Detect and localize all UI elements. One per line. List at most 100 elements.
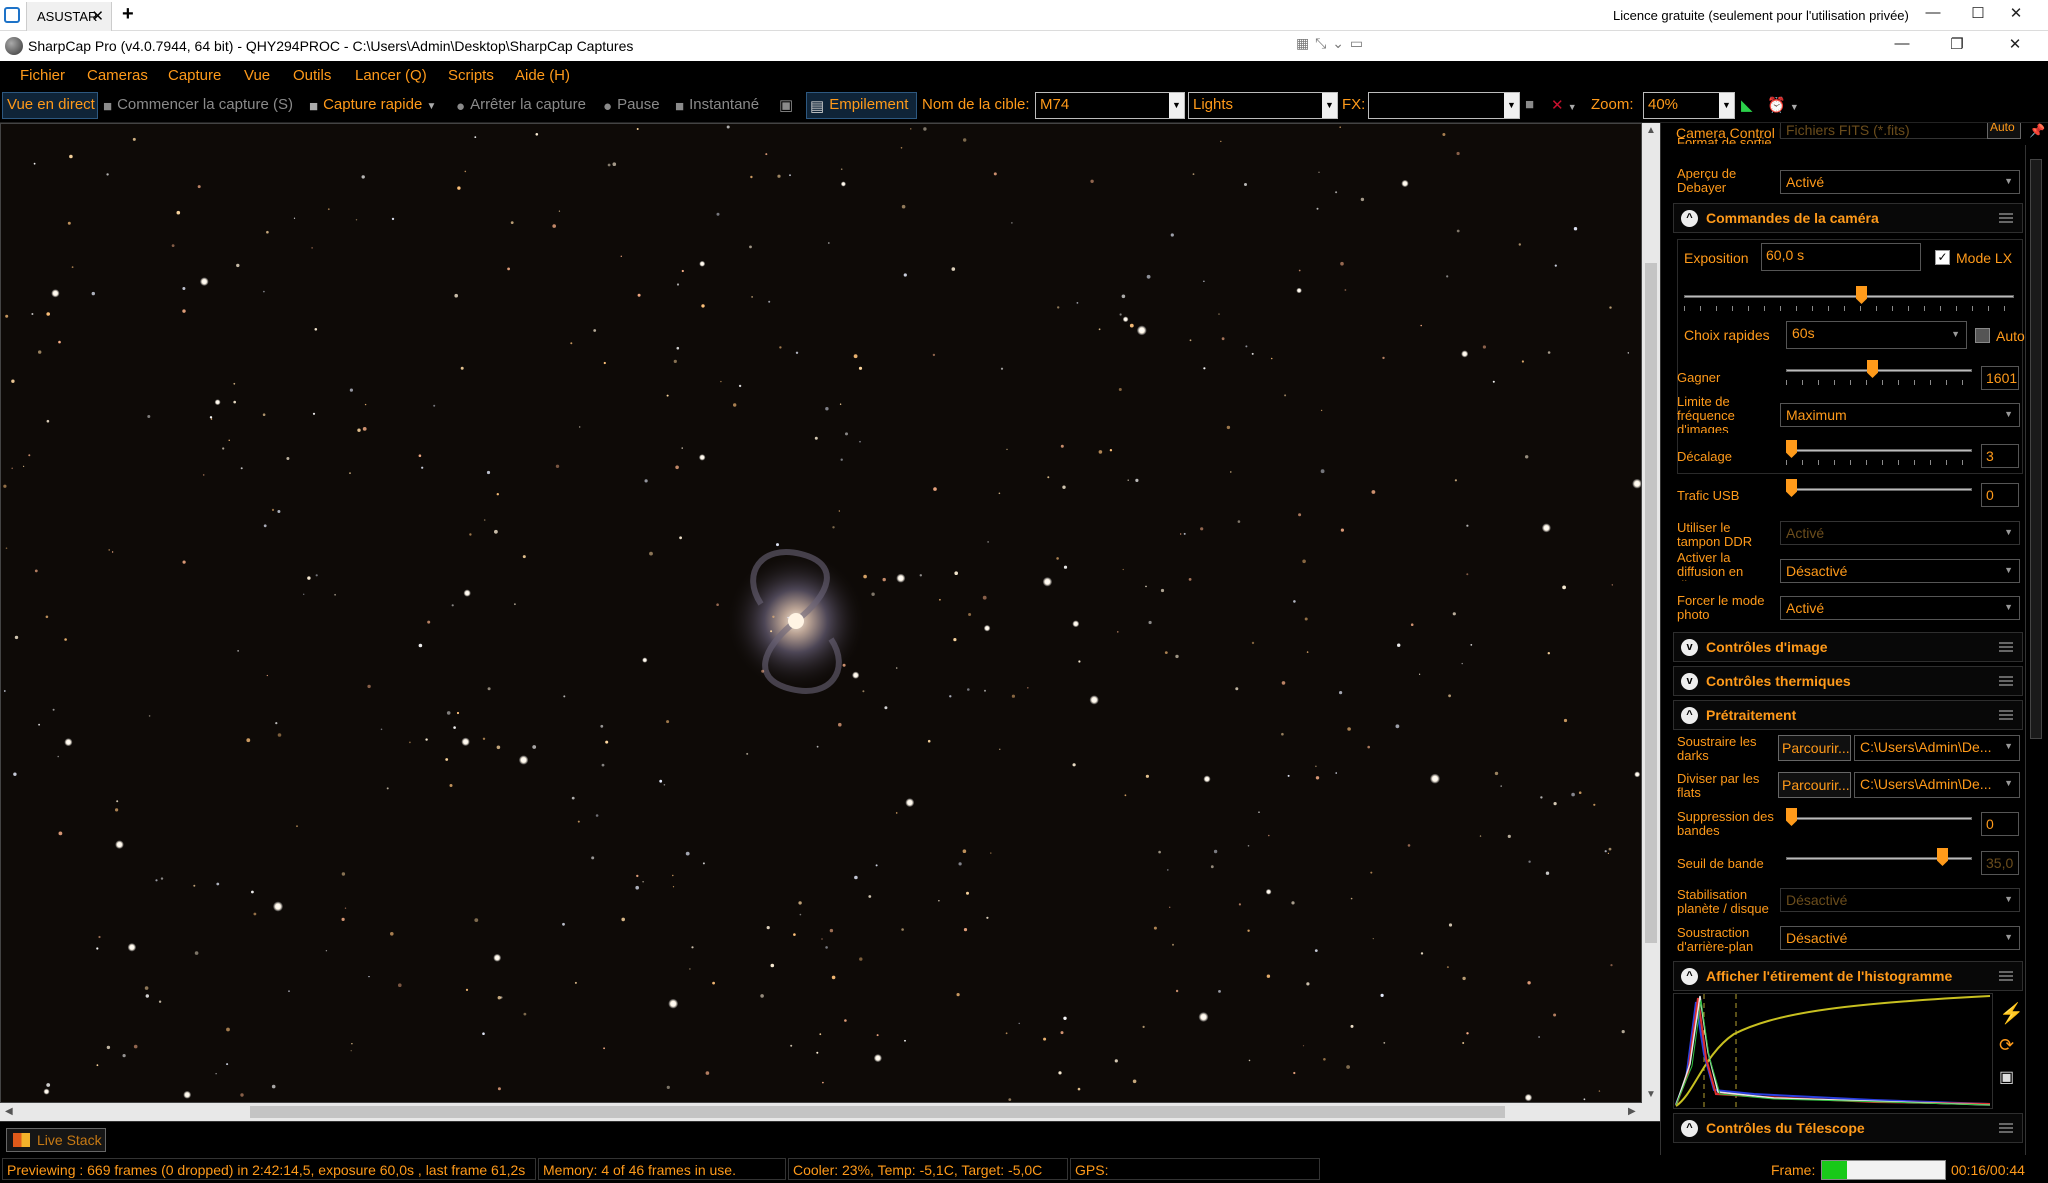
section-menu-icon[interactable] [1999,213,2013,223]
section-menu-icon[interactable] [1999,642,2013,652]
close-button[interactable]: ✕ [2000,35,2030,57]
exposure-input[interactable]: 60,0 s [1761,243,1921,271]
chevron-up-icon[interactable]: ^ [1681,707,1698,724]
exposure-slider[interactable] [1684,286,2014,311]
gain-input[interactable]: 1601 [1981,366,2019,390]
chevron-down-icon[interactable]: ▼ [1504,93,1519,118]
offset-input[interactable]: 3 [1981,444,2019,468]
start-capture-button[interactable]: ■ Commencer la capture (S) [103,96,293,115]
remote-maximize-button[interactable]: ☐ [1963,4,1993,26]
menu-outils[interactable]: Outils [293,67,331,84]
focus-assist-button[interactable]: ✕ ▼ [1551,96,1577,114]
close-tab-icon[interactable]: ✕ [91,7,104,25]
panel-scrollbar[interactable] [2025,145,2045,1155]
chevron-down-icon[interactable]: ▼ [1169,93,1184,118]
reset-icon[interactable]: ⟳ [1999,1035,2014,1056]
frame-rate-select[interactable]: Maximum ▼ [1780,403,2020,427]
remote-close-button[interactable]: ✕ [2001,4,2031,26]
scroll-down-icon[interactable]: ▼ [1646,1089,1656,1100]
vertical-scroll-thumb[interactable] [1645,263,1657,943]
photo-mode-select[interactable]: Activé ▼ [1780,596,2020,620]
new-tab-button[interactable]: + [122,3,134,26]
camera-controls-header[interactable]: ^ Commandes de la caméra [1673,203,2023,233]
banding-slider-thumb[interactable] [1786,808,1797,826]
section-menu-icon[interactable] [1999,676,2013,686]
live-view-button[interactable]: Vue en direct [7,96,95,113]
stabilization-select[interactable]: Désactivé ▼ [1780,888,2020,912]
alarm-button[interactable]: ⏰ ▼ [1767,96,1799,114]
usb-traffic-slider-thumb[interactable] [1786,479,1797,497]
usb-traffic-input[interactable]: 0 [1981,483,2019,507]
pin-icon[interactable]: 📌 [2029,123,2045,139]
menu-capture[interactable]: Capture [168,67,221,84]
menu-fichier[interactable]: Fichier [20,67,65,84]
save-icon[interactable]: ▣ [1999,1067,2014,1087]
restore-button[interactable]: ❐ [1942,35,1972,57]
chevron-down-icon[interactable]: ▼ [1568,102,1577,112]
menu-lancer[interactable]: Lancer (Q) [355,67,427,84]
offset-slider-thumb[interactable] [1786,440,1797,458]
chevron-down-icon[interactable]: ▼ [1719,93,1734,118]
reticle-button[interactable]: ■ [1525,96,1534,113]
live-preview-image[interactable] [0,123,1642,1103]
image-controls-header[interactable]: v Contrôles d'image [1673,632,2023,662]
offset-slider[interactable] [1786,440,1972,465]
panel-scroll-thumb[interactable] [2030,159,2042,739]
section-menu-icon[interactable] [1999,1123,2013,1133]
chevron-down-icon[interactable]: v [1681,639,1698,656]
chevron-up-icon[interactable]: ^ [1681,210,1698,227]
thermal-controls-header[interactable]: v Contrôles thermiques [1673,666,2023,696]
minimize-button[interactable]: — [1887,35,1917,57]
gain-slider-thumb[interactable] [1867,360,1878,378]
usb-traffic-slider[interactable] [1786,479,1972,498]
live-stack-tab[interactable]: Live Stack [6,1128,106,1152]
background-subtract-select[interactable]: Désactivé ▼ [1780,926,2020,950]
preview-horizontal-scrollbar[interactable]: ◀ ▶ [0,1103,1660,1121]
band-threshold-slider[interactable] [1786,848,1972,867]
quick-choice-auto-checkbox[interactable] [1975,328,1990,343]
band-threshold-slider-thumb[interactable] [1937,848,1948,866]
frame-type-select[interactable]: Lights ▼ [1188,92,1338,119]
histogram-button[interactable]: ◣ [1741,96,1753,114]
menu-aide[interactable]: Aide (H) [515,67,570,84]
dark-file-select[interactable]: C:\Users\Admin\De... ▼ [1854,735,2020,761]
histogram-display[interactable] [1673,993,1993,1109]
flat-browse-button[interactable]: Parcourir... [1778,772,1851,798]
remote-minimize-button[interactable]: — [1918,4,1948,26]
flat-file-select[interactable]: C:\Users\Admin\De... ▼ [1854,772,2020,798]
ddr-buffer-select[interactable]: Activé ▼ [1780,521,2020,545]
horizontal-scroll-thumb[interactable] [250,1106,1505,1118]
section-menu-icon[interactable] [1999,710,2013,720]
menu-scripts[interactable]: Scripts [448,67,494,84]
stacking-button[interactable]: ▤ Empilement [810,96,908,115]
snapshot-button[interactable]: ■ Instantané [675,96,759,115]
banding-slider[interactable] [1786,808,1972,827]
remote-session-tab[interactable]: ASUSTAR ✕ [26,2,112,31]
quick-choice-select[interactable]: 60s ▼ [1786,321,1967,349]
gain-slider[interactable] [1786,360,1972,385]
chevron-down-icon[interactable]: ▼ [426,101,436,112]
auto-stretch-icon[interactable]: ⚡ [1999,1001,2024,1026]
zoom-select[interactable]: 40% ▼ [1643,92,1735,119]
remote-toolbar-icon[interactable]: ▦ ⤡ ⌄ ▭ [1296,35,1364,52]
lx-mode-checkbox[interactable]: ✓ [1935,250,1950,265]
preview-vertical-scrollbar[interactable]: ▲ ▼ [1642,123,1660,1103]
dark-browse-button[interactable]: Parcourir... [1778,735,1851,761]
histogram-header[interactable]: ^ Afficher l'étirement de l'histogramme [1673,961,2023,991]
stop-capture-button[interactable]: ● Arrêter la capture [456,96,586,115]
chevron-down-icon[interactable]: ▼ [1322,93,1337,118]
menu-vue[interactable]: Vue [244,67,270,84]
chevron-down-icon[interactable]: v [1681,673,1698,690]
scroll-up-icon[interactable]: ▲ [1646,125,1656,136]
scroll-right-icon[interactable]: ▶ [1628,1106,1636,1117]
display-settings-button[interactable]: ▣ [779,96,793,114]
debayer-select[interactable]: Activé ▼ [1780,170,2020,194]
output-format-select[interactable]: Fichiers FITS (*.fits) [1780,123,1990,139]
target-name-field[interactable]: M74 ▼ [1035,92,1185,119]
chevron-down-icon[interactable]: ▼ [1790,102,1799,112]
scroll-left-icon[interactable]: ◀ [5,1106,13,1117]
chevron-up-icon[interactable]: ^ [1681,1120,1698,1137]
quick-capture-button[interactable]: ■ Capture rapide ▼ [309,96,436,115]
fx-select[interactable]: ▼ [1368,92,1520,119]
chevron-up-icon[interactable]: ^ [1681,968,1698,985]
